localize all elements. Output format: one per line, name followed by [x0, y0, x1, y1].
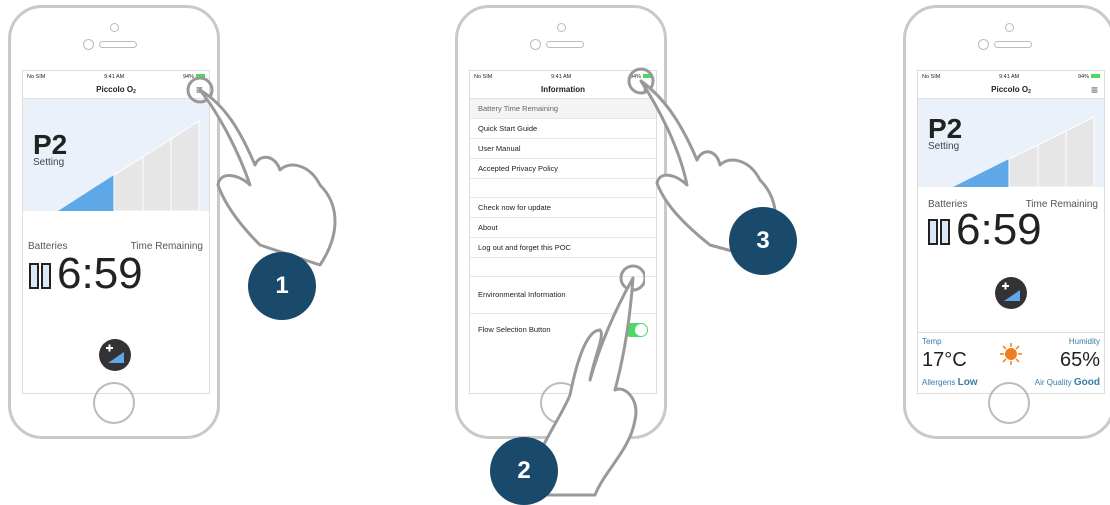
clock-text: 9:41 AM [104, 73, 125, 80]
setting-label: Setting [928, 141, 960, 152]
setting-panel: P2 Setting [918, 99, 1104, 187]
nav-bar: Piccolo O2 ≡ [918, 81, 1104, 99]
flow-bar-2 [981, 159, 1009, 187]
sun-icon [1000, 343, 1022, 365]
step-badge-1: 1 [248, 252, 316, 320]
camera-icon [1005, 23, 1014, 32]
status-bar: No SIM 9:41 AM 94% [918, 71, 1104, 81]
camera-icon [110, 23, 119, 32]
time-remaining-value: 6:59 [57, 249, 143, 298]
step-badge-3: 3 [729, 207, 797, 275]
flow-plus-icon [1002, 282, 1020, 301]
tap-hand-1-icon [186, 76, 337, 267]
sensor-icon [83, 39, 94, 50]
flow-bar-1 [58, 193, 86, 211]
flow-bar-4 [1037, 130, 1067, 187]
time-remaining-value: 6:59 [956, 205, 1042, 254]
page-title: Information [541, 85, 585, 94]
setting-label: Setting [33, 157, 65, 168]
carrier-text: No SIM [474, 73, 493, 80]
step-badge-2: 2 [490, 437, 558, 505]
carrier-text: No SIM [27, 73, 46, 80]
screen-environmental: No SIM 9:41 AM 94% Piccolo O2 ≡ P2 Setti… [917, 70, 1105, 394]
home-button[interactable] [93, 382, 135, 424]
flow-selection-button[interactable] [99, 339, 131, 371]
allergens-row: Allergens Low [922, 377, 978, 388]
battery-icon [928, 219, 950, 245]
flow-bar-3 [1008, 144, 1039, 187]
speaker-icon [994, 41, 1032, 48]
flow-bar-4 [142, 138, 172, 211]
flow-selection-button[interactable] [995, 277, 1027, 309]
sensor-icon [530, 39, 541, 50]
flow-bar-3 [113, 156, 144, 211]
flow-plus-icon [106, 344, 124, 363]
sensor-icon [978, 39, 989, 50]
speaker-icon [99, 41, 137, 48]
air-quality-row: Air Quality Good [1034, 377, 1100, 388]
humidity-label: Humidity [1068, 337, 1100, 346]
home-button[interactable] [988, 382, 1030, 424]
camera-icon [557, 23, 566, 32]
speaker-icon [546, 41, 584, 48]
battery-icon [29, 263, 51, 289]
humidity-value: 65% [1059, 349, 1100, 371]
flow-bar-1 [953, 173, 981, 187]
menu-icon[interactable]: ≡ [1091, 82, 1098, 99]
flow-bar-5 [1065, 116, 1095, 187]
carrier-text: No SIM [922, 73, 941, 80]
temp-value: 17°C [922, 349, 967, 371]
clock-text: 9:41 AM [999, 73, 1020, 80]
phone-3: No SIM 9:41 AM 94% Piccolo O2 ≡ P2 Setti… [903, 5, 1110, 439]
battery-status: 94% [1078, 74, 1100, 80]
page-title: Piccolo O2 [96, 85, 136, 95]
page-title: Piccolo O2 [991, 85, 1031, 95]
clock-text: 9:41 AM [551, 73, 572, 80]
temp-label: Temp [922, 337, 942, 346]
flow-bar-2 [86, 175, 114, 211]
